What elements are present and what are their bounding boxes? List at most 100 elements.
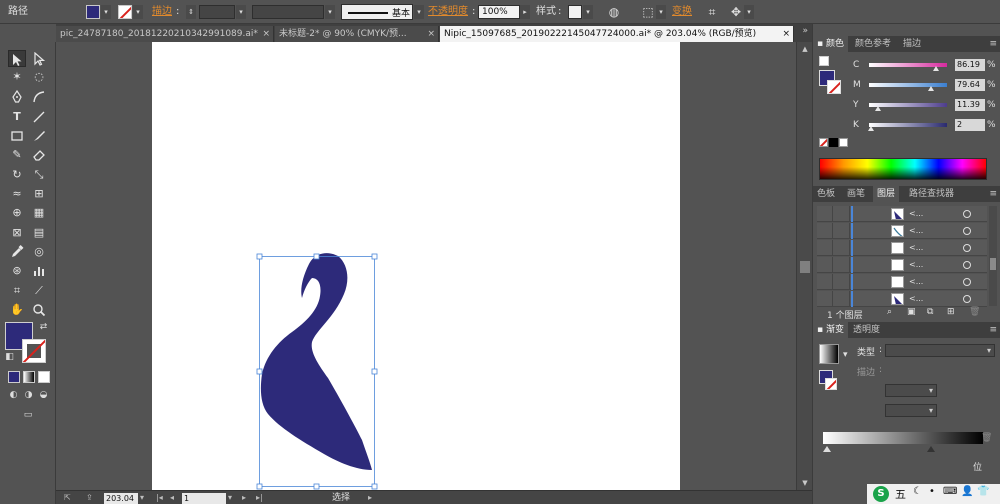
zoom-level-input[interactable]: 203.04: [104, 493, 138, 504]
slider-thumb[interactable]: [874, 106, 881, 111]
tab-layers[interactable]: 图层: [873, 186, 900, 202]
moon-icon[interactable]: ☾: [913, 486, 922, 497]
slider-value-input[interactable]: 79.64: [955, 79, 985, 91]
line-tool-icon[interactable]: [30, 108, 48, 125]
lock-toggle[interactable]: [834, 291, 850, 307]
slider-value-input[interactable]: 2: [955, 119, 985, 131]
artboard-number-input[interactable]: 1: [182, 493, 226, 504]
next-artboard-icon[interactable]: ▸: [242, 491, 246, 504]
list-item[interactable]: <...: [817, 257, 987, 273]
align-icon[interactable]: ⬚: [640, 4, 656, 20]
gradient-stop-right[interactable]: [927, 446, 935, 452]
make-clipping-mask-icon[interactable]: ▣: [907, 307, 916, 317]
slider-thumb[interactable]: [867, 126, 874, 131]
tab-color[interactable]: ▪ 颜色: [813, 36, 848, 52]
tab-document-2[interactable]: 未标题-2* @ 90% (CMYK/预... ×: [275, 26, 439, 42]
black-swatch[interactable]: [829, 138, 838, 147]
target-icon[interactable]: [963, 278, 971, 286]
gradient-dropdown-icon[interactable]: ▾: [843, 350, 848, 360]
layers-scroll-thumb[interactable]: [990, 258, 996, 270]
blend-tool-icon[interactable]: ◎: [30, 243, 48, 260]
visibility-toggle[interactable]: [817, 240, 833, 256]
draw-behind-icon[interactable]: ◑: [23, 390, 34, 401]
lasso-tool-icon[interactable]: ◌: [30, 68, 48, 85]
artboard-dropdown-icon[interactable]: ▾: [228, 491, 232, 504]
list-item[interactable]: <...: [817, 240, 987, 256]
color-spectrum-bar[interactable]: [819, 158, 987, 180]
paintbrush-tool-icon[interactable]: [30, 127, 48, 144]
close-icon[interactable]: ×: [262, 26, 270, 42]
sogou-logo-icon[interactable]: S: [873, 486, 889, 502]
shape-builder-tool-icon[interactable]: ⊕: [8, 204, 26, 221]
variable-width-dropdown-icon[interactable]: ▾: [325, 5, 335, 19]
target-icon[interactable]: [963, 227, 971, 235]
gradient-type-select[interactable]: [885, 344, 995, 357]
zoom-dropdown-icon[interactable]: ▾: [140, 491, 144, 504]
none-swatch[interactable]: [819, 138, 828, 147]
scale-tool-icon[interactable]: ⤡: [30, 166, 48, 183]
panel-menu-icon[interactable]: ≡: [989, 186, 997, 202]
width-tool-icon[interactable]: ≈: [8, 185, 26, 202]
new-layer-icon[interactable]: ⊞: [947, 307, 955, 317]
tab-pathfinder[interactable]: 路径查找器: [905, 186, 958, 202]
slider-value-input[interactable]: 86.19: [955, 59, 985, 71]
rectangle-tool-icon[interactable]: [8, 127, 26, 144]
eraser-tool-icon[interactable]: [30, 146, 48, 163]
lock-toggle[interactable]: [834, 223, 850, 239]
scroll-down-icon[interactable]: ▼: [800, 478, 810, 488]
canvas-area[interactable]: [56, 42, 796, 490]
mesh-tool-icon[interactable]: ⊠: [8, 224, 26, 241]
variable-width-select[interactable]: [252, 5, 324, 19]
vertical-scrollbar[interactable]: ▲ ▼: [796, 42, 812, 490]
brush-dropdown-icon[interactable]: ▾: [414, 5, 424, 19]
lock-toggle[interactable]: [834, 206, 850, 222]
swan-artwork[interactable]: [56, 42, 796, 490]
new-sublayer-icon[interactable]: ⧉: [927, 307, 933, 317]
visibility-toggle[interactable]: [817, 291, 833, 307]
slider-thumb[interactable]: [928, 86, 935, 91]
tab-document-1[interactable]: pic_24787180_20181220210342991089.ai* ×: [56, 26, 274, 42]
slider-value-input[interactable]: 11.39: [955, 99, 985, 111]
layers-scrollbar[interactable]: [989, 206, 997, 306]
opacity-link[interactable]: 不透明度: [428, 0, 468, 24]
keyboard-icon[interactable]: ⌨: [943, 486, 957, 497]
vertical-scroll-thumb[interactable]: [800, 261, 810, 273]
slider-m[interactable]: M 79.64%: [819, 78, 999, 92]
none-mode-icon[interactable]: [38, 371, 50, 383]
style-dropdown-icon[interactable]: ▾: [583, 5, 593, 19]
stroke-dropdown-icon[interactable]: ▾: [133, 5, 143, 19]
default-colors-icon[interactable]: ◧: [4, 352, 15, 363]
draw-inside-icon[interactable]: ◒: [38, 390, 49, 401]
type-tool-icon[interactable]: T: [8, 108, 26, 125]
opacity-input[interactable]: 100%: [478, 5, 520, 19]
slider-thumb[interactable]: [933, 66, 940, 71]
visibility-toggle[interactable]: [817, 257, 833, 273]
arrange-dropdown-icon[interactable]: ▾: [744, 5, 754, 19]
slice-tool-icon[interactable]: ⟋: [30, 282, 48, 299]
list-item[interactable]: <...: [817, 291, 987, 307]
target-icon[interactable]: [963, 295, 971, 303]
stroke-color-box[interactable]: [22, 339, 46, 363]
panel-menu-icon[interactable]: ≡: [989, 322, 997, 338]
locate-object-icon[interactable]: ⌕: [887, 307, 892, 317]
visibility-toggle[interactable]: [817, 206, 833, 222]
status-menu-icon[interactable]: ▸: [368, 491, 372, 504]
pen-tool-icon[interactable]: [8, 88, 26, 105]
opacity-dropdown-icon[interactable]: ▸: [520, 5, 530, 19]
style-swatch[interactable]: [568, 5, 582, 19]
list-item[interactable]: <...: [817, 223, 987, 239]
tab-overflow-icon[interactable]: »: [802, 26, 808, 36]
delete-stop-icon[interactable]: 🗑: [981, 433, 992, 443]
swap-fill-stroke-icon[interactable]: ⇄: [38, 322, 49, 333]
tab-stroke[interactable]: 描边: [899, 36, 925, 52]
tab-gradient[interactable]: ▪ 渐变: [813, 322, 848, 338]
slider-y[interactable]: Y 11.39%: [819, 98, 999, 112]
isolate-icon[interactable]: ⌗: [704, 4, 720, 20]
symbol-sprayer-tool-icon[interactable]: ⊛: [8, 262, 26, 279]
close-icon[interactable]: ×: [782, 26, 790, 42]
target-icon[interactable]: [963, 261, 971, 269]
close-icon[interactable]: ×: [427, 26, 435, 42]
align-dropdown-icon[interactable]: ▾: [656, 5, 666, 19]
scroll-up-icon[interactable]: ▲: [800, 44, 810, 54]
slider-c[interactable]: C 86.19%: [819, 58, 999, 72]
